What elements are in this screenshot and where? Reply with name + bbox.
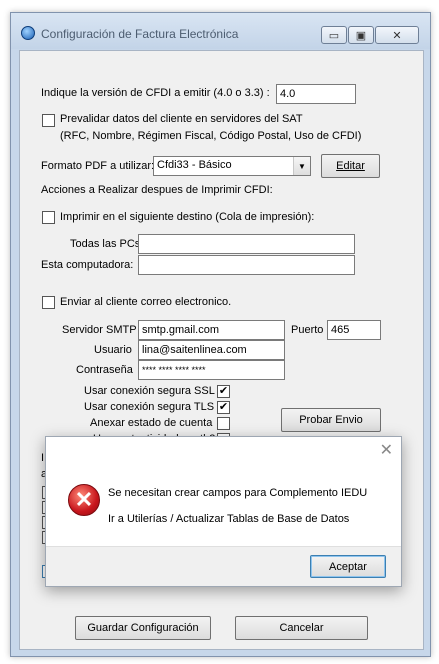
formato-label: Formato PDF a utilizar: (41, 160, 155, 172)
imprimir-label: Imprimir en el siguiente destino (Cola d… (60, 211, 315, 223)
dialog-message-2: Ir a Utilerías / Actualizar Tablas de Ba… (108, 513, 350, 525)
ssl-label: Usar conexión segura SSL (84, 385, 215, 397)
close-icon: ✕ (392, 29, 402, 42)
error-icon: ✕ (68, 484, 100, 516)
editar-button[interactable]: Editar (321, 154, 380, 178)
dialog-message-1: Se necesitan crear campos para Complemen… (108, 487, 368, 499)
password-input[interactable]: **** **** **** **** (138, 360, 285, 380)
smtp-input[interactable]: smtp.gmail.com (138, 320, 285, 340)
dropdown-arrow-icon[interactable]: ▼ (293, 157, 310, 175)
window-title: Configuración de Factura Electrónica (41, 27, 239, 41)
imprimir-checkbox[interactable] (42, 211, 55, 224)
smtp-label: Servidor SMTP (62, 324, 137, 336)
error-dialog: ✕ ✕ Se necesitan crear campos para Compl… (45, 436, 402, 587)
app-icon (21, 26, 35, 40)
prevalidar-checkbox[interactable] (42, 114, 55, 127)
maximize-button[interactable]: ▣ (348, 26, 374, 44)
cfdi-version-label: Indique la versión de CFDI a emitir (4.0… (41, 87, 270, 99)
title-bar[interactable]: Configuración de Factura Electrónica ▭ ▣… (11, 13, 430, 49)
tls-checkbox[interactable]: ✔ (217, 401, 230, 414)
tls-label: Usar conexión segura TLS (84, 401, 215, 413)
editar-button-label: Editar (336, 160, 365, 172)
anexar-label: Anexar estado de cuenta (90, 417, 213, 429)
minimize-button[interactable]: ▭ (321, 26, 347, 44)
cancelar-label: Cancelar (279, 622, 324, 634)
todas-pcs-input[interactable] (138, 234, 355, 254)
hidden-section-fragment-1: I (41, 452, 45, 464)
usuario-label: Usuario (94, 344, 132, 356)
guardar-configuracion-button[interactable]: Guardar Configuración (75, 616, 211, 640)
dialog-footer: Aceptar (46, 546, 401, 586)
cfdi-version-input[interactable]: 4.0 (276, 84, 356, 104)
guardar-label: Guardar Configuración (87, 622, 199, 634)
anexar-checkbox[interactable] (217, 417, 230, 430)
prevalidar-label: Prevalidar datos del cliente en servidor… (60, 113, 303, 125)
acciones-label: Acciones a Realizar despues de Imprimir … (41, 184, 273, 196)
aceptar-button[interactable]: Aceptar (310, 555, 386, 578)
minimize-icon: ▭ (328, 29, 340, 42)
prevalidar-sublabel: (RFC, Nombre, Régimen Fiscal, Código Pos… (60, 130, 362, 142)
maximize-icon: ▣ (355, 29, 367, 42)
usuario-input[interactable]: lina@saitenlinea.com (138, 340, 285, 360)
esta-computadora-label: Esta computadora: (41, 259, 134, 271)
enviar-correo-checkbox[interactable] (42, 296, 55, 309)
puerto-label: Puerto (291, 324, 324, 336)
puerto-input[interactable]: 465 (327, 320, 381, 340)
dialog-close-icon[interactable]: ✕ (380, 440, 393, 460)
esta-computadora-input[interactable] (138, 255, 355, 275)
checkmark-icon: ✔ (218, 401, 229, 413)
cancelar-button[interactable]: Cancelar (235, 616, 368, 640)
ssl-checkbox[interactable]: ✔ (217, 385, 230, 398)
todas-pcs-label: Todas las PCs: (70, 238, 144, 250)
formato-select[interactable]: Cfdi33 - Básico ▼ (153, 156, 311, 176)
close-button[interactable]: ✕ (375, 26, 419, 44)
checkmark-icon: ✔ (218, 385, 229, 397)
password-label: Contraseña (76, 364, 133, 376)
enviar-correo-label: Enviar al cliente correo electronico. (60, 296, 232, 308)
aceptar-label: Aceptar (329, 560, 367, 573)
formato-select-value: Cfdi33 - Básico (157, 159, 232, 171)
probar-envio-button[interactable]: Probar Envio (281, 408, 381, 432)
probar-envio-label: Probar Envio (299, 414, 363, 426)
